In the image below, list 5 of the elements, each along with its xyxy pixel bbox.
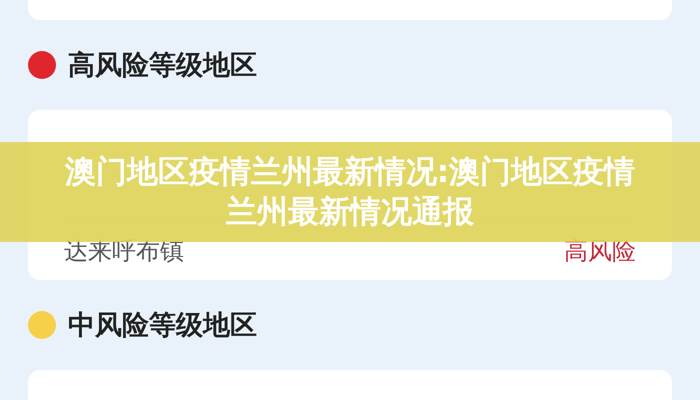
section-title: 高风险等级地区 bbox=[68, 49, 257, 83]
risk-label: 高风险 bbox=[564, 236, 636, 266]
banner-title: 澳门地区疫情兰州最新情况:澳门地区疫情兰州最新情况通报 bbox=[64, 153, 636, 232]
section-title: 中风险等级地区 bbox=[68, 309, 257, 343]
place-name: 达来呼布镇 bbox=[64, 236, 184, 266]
